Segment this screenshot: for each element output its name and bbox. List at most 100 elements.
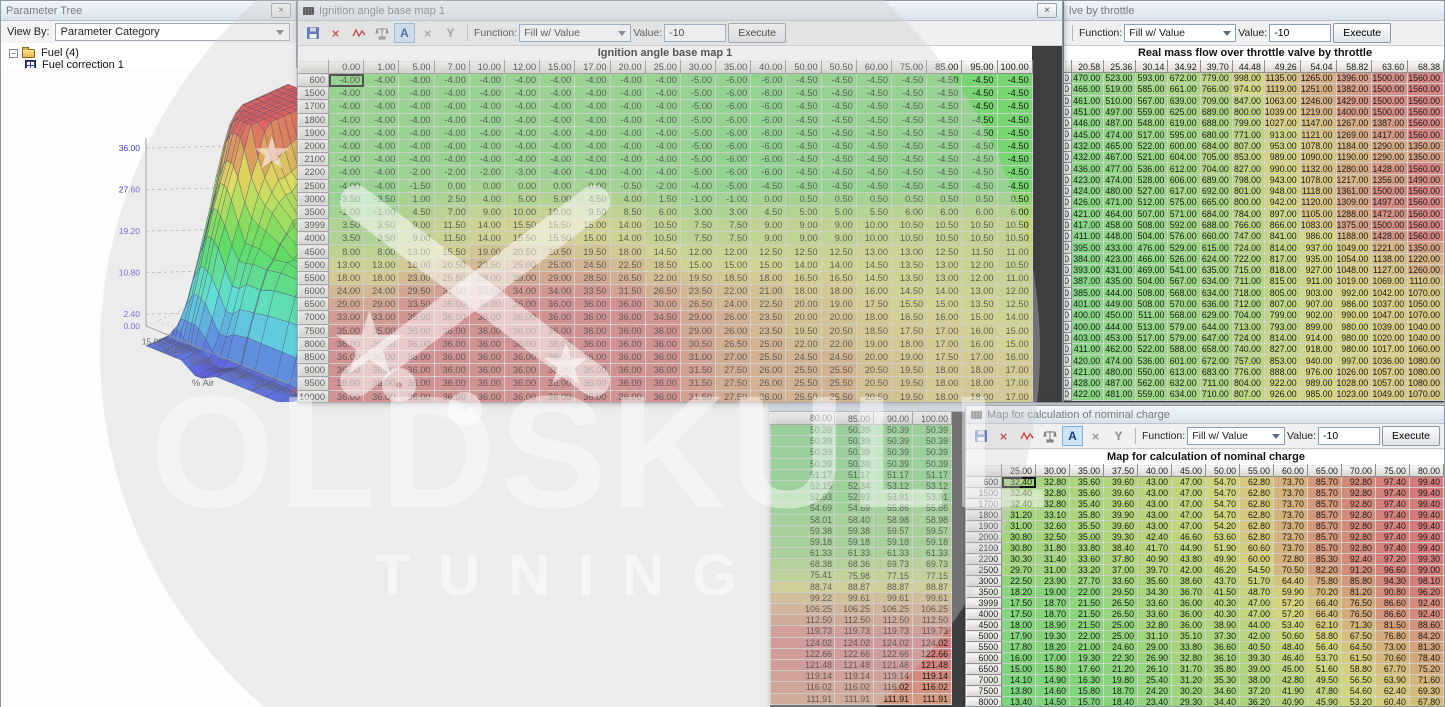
- table-cell[interactable]: 461.00: [1072, 95, 1104, 106]
- table-cell[interactable]: 69.73: [874, 559, 913, 570]
- col-header[interactable]: 37.50: [1104, 465, 1138, 477]
- table-cell[interactable]: 35.60: [1070, 477, 1104, 488]
- table-cell[interactable]: 508.00: [1136, 287, 1168, 298]
- col-header[interactable]: 5.00: [399, 61, 434, 74]
- table-cell[interactable]: 9.00: [399, 219, 434, 232]
- table-cell[interactable]: 1500.00: [1372, 185, 1408, 196]
- value-input[interactable]: [1318, 427, 1380, 445]
- col-header[interactable]: 58.82: [1336, 61, 1372, 73]
- table-cell[interactable]: 36.00: [645, 350, 680, 363]
- table-cell[interactable]: 22.00: [786, 337, 821, 350]
- table-cell[interactable]: 17.00: [997, 390, 1032, 402]
- table-cell[interactable]: 85.70: [1307, 532, 1341, 543]
- table-cell[interactable]: 29.30: [1172, 697, 1206, 707]
- table-cell[interactable]: 467.00: [1104, 152, 1136, 163]
- table-cell[interactable]: 32.40: [1002, 499, 1036, 510]
- table-cell[interactable]: 39.30: [1239, 653, 1273, 664]
- table-cell[interactable]: 39.60: [1104, 499, 1138, 510]
- table-cell[interactable]: 14.10: [1002, 675, 1036, 686]
- view-by-select[interactable]: Parameter Category: [55, 23, 290, 41]
- table-cell[interactable]: -4.50: [786, 166, 821, 179]
- function-select[interactable]: Fill w/ Value: [1187, 427, 1285, 445]
- table-cell[interactable]: 36.00: [434, 324, 469, 337]
- table-cell[interactable]: 526.00: [1168, 253, 1200, 264]
- table-cell[interactable]: 579.00: [1168, 321, 1200, 332]
- table-cell[interactable]: -0.50: [610, 179, 645, 192]
- table-cell[interactable]: 660.00: [1200, 231, 1232, 242]
- row-header[interactable]: 2200: [967, 554, 1002, 565]
- table-cell[interactable]: 1080.00: [1408, 366, 1444, 377]
- table-cell[interactable]: 26.90: [1138, 653, 1172, 664]
- table-cell[interactable]: 30.30: [1002, 554, 1036, 565]
- table-cell[interactable]: 1560.00: [1408, 231, 1444, 242]
- table-cell[interactable]: 111.91: [913, 693, 952, 704]
- table-cell[interactable]: 36.00: [610, 364, 645, 377]
- table-cell[interactable]: 902.00: [1300, 310, 1336, 321]
- table-cell[interactable]: -4.00: [610, 166, 645, 179]
- row-header[interactable]: 11500: [1065, 389, 1072, 400]
- table-cell[interactable]: -4.00: [504, 139, 539, 152]
- table-cell[interactable]: 444.00: [1104, 321, 1136, 332]
- table-cell[interactable]: 30.50: [680, 337, 715, 350]
- table-cell[interactable]: 1070.00: [1408, 287, 1444, 298]
- table-cell[interactable]: 22.00: [1070, 587, 1104, 598]
- table-cell[interactable]: -4.50: [821, 153, 856, 166]
- table-cell[interactable]: -4.00: [469, 74, 504, 87]
- table-cell[interactable]: 474.00: [1104, 174, 1136, 185]
- table-cell[interactable]: 1361.00: [1336, 185, 1372, 196]
- table-cell[interactable]: 22.50: [1002, 576, 1036, 587]
- table-cell[interactable]: 10.00: [856, 232, 891, 245]
- table-cell[interactable]: 121.48: [874, 659, 913, 670]
- table-cell[interactable]: 11.00: [997, 245, 1032, 258]
- table-cell[interactable]: 49.50: [1307, 675, 1341, 686]
- table-cell[interactable]: 43.00: [1138, 488, 1172, 499]
- table-cell[interactable]: 106.25: [835, 604, 874, 615]
- table-cell[interactable]: 36.00: [434, 390, 469, 402]
- table-cell[interactable]: 6.00: [997, 205, 1032, 218]
- table-cell[interactable]: -4.50: [997, 87, 1032, 100]
- table-cell[interactable]: 122.66: [874, 648, 913, 659]
- table-cell[interactable]: 56.50: [1341, 675, 1375, 686]
- table-cell[interactable]: 1105.00: [1300, 208, 1336, 219]
- table-cell[interactable]: 36.70: [1172, 587, 1206, 598]
- table-cell[interactable]: 36.00: [610, 377, 645, 390]
- table-cell[interactable]: 36.00: [645, 324, 680, 337]
- table-cell[interactable]: 22.50: [751, 298, 786, 311]
- table-cell[interactable]: 661.00: [1168, 84, 1200, 95]
- table-cell[interactable]: 567.00: [1168, 276, 1200, 287]
- table-cell[interactable]: 1280.00: [1336, 163, 1372, 174]
- table-cell[interactable]: 50.39: [913, 458, 952, 469]
- table-cell[interactable]: 23.50: [751, 311, 786, 324]
- table-cell[interactable]: 19.00: [821, 298, 856, 311]
- table-cell[interactable]: 793.00: [1264, 321, 1300, 332]
- table-cell[interactable]: 8.00: [364, 245, 399, 258]
- col-header[interactable]: 25.00: [645, 61, 680, 74]
- table-cell[interactable]: 75.98: [835, 570, 874, 581]
- table-cell[interactable]: 718.00: [1232, 287, 1264, 298]
- table-cell[interactable]: -4.00: [364, 74, 399, 87]
- table-cell[interactable]: 53.91: [874, 492, 913, 503]
- table-cell[interactable]: 124.02: [874, 637, 913, 648]
- table-cell[interactable]: 40.50: [1239, 642, 1273, 653]
- table-cell[interactable]: -4.00: [610, 139, 645, 152]
- execute-button[interactable]: Execute: [1382, 426, 1440, 446]
- table-cell[interactable]: 36.00: [329, 364, 364, 377]
- table-cell[interactable]: 25.50: [751, 350, 786, 363]
- table-cell[interactable]: -4.50: [927, 87, 962, 100]
- table-cell[interactable]: 12.50: [927, 245, 962, 258]
- table-cell[interactable]: 487.00: [1104, 378, 1136, 389]
- table-cell[interactable]: 27.70: [1070, 576, 1104, 587]
- table-cell[interactable]: 1083.00: [1300, 219, 1336, 230]
- table-cell[interactable]: 541.00: [1168, 265, 1200, 276]
- table-cell[interactable]: 36.00: [469, 377, 504, 390]
- table-cell[interactable]: 400.00: [1072, 321, 1104, 332]
- table-cell[interactable]: 20.00: [786, 298, 821, 311]
- table-cell[interactable]: 64.50: [1341, 642, 1375, 653]
- table-cell[interactable]: 36.00: [504, 324, 539, 337]
- table-cell[interactable]: 504.00: [1136, 231, 1168, 242]
- table-cell[interactable]: 12.00: [962, 271, 997, 284]
- table-cell[interactable]: 99.00: [1409, 565, 1443, 576]
- table-cell[interactable]: -4.50: [997, 139, 1032, 152]
- table-cell[interactable]: 779.00: [1200, 73, 1232, 84]
- table-cell[interactable]: 550.00: [1136, 366, 1168, 377]
